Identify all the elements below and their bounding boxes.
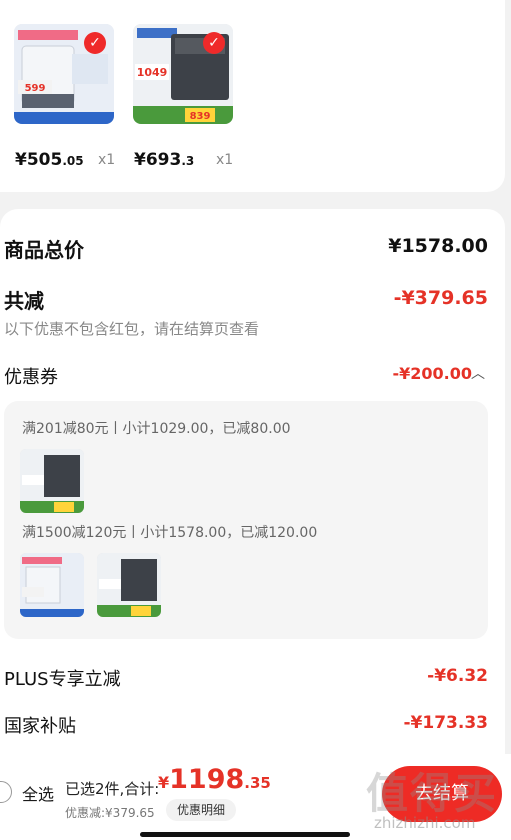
plus-discount-value: -¥6.32	[427, 666, 488, 686]
watermark-logo: 值得买	[366, 769, 499, 818]
product-image-1[interactable]: 599 ✓	[14, 24, 114, 124]
grand-total: ¥1198.35	[158, 764, 271, 795]
discount-detail-button[interactable]: 优惠明细	[166, 799, 236, 821]
product-price-2: ¥693.3	[134, 150, 195, 170]
coupon-rule-2: 满1500减120元丨小计1578.00，已减120.00	[22, 525, 318, 541]
total-label: 商品总价	[4, 238, 84, 262]
product-qty-1: x1	[98, 152, 116, 168]
svg-text:839: 839	[190, 111, 211, 122]
selected-check-icon[interactable]: ✓	[84, 32, 106, 54]
select-all-radio[interactable]	[0, 781, 12, 803]
saved-amount: 优惠减:¥379.65	[65, 806, 155, 820]
selected-count-text: 已选2件,合计:	[65, 780, 160, 798]
chevron-up-icon[interactable]: ︿	[471, 363, 485, 383]
subsidy-label: 国家补贴	[4, 716, 76, 737]
home-indicator	[140, 832, 350, 837]
select-all-label[interactable]: 全选	[22, 781, 54, 805]
plus-discount-label: PLUS专享立减	[4, 669, 121, 690]
washer-white-thumb	[20, 553, 84, 617]
coupon-product-thumb	[20, 449, 84, 513]
coupon-rule-1: 满201减80元丨小计1029.00，已减80.00	[22, 421, 291, 437]
discount-value: -¥379.65	[393, 287, 488, 309]
product-price-1: ¥505.05	[15, 150, 84, 170]
product-image-2[interactable]: 1049 839 ✓	[133, 24, 233, 124]
svg-text:1049: 1049	[137, 66, 168, 79]
coupon-product-thumb	[20, 553, 84, 617]
discount-label: 共减	[4, 289, 44, 313]
coupon-product-thumb	[97, 553, 161, 617]
coupon-breakdown: 满201减80元丨小计1029.00，已减80.00 满1500减120元丨小计…	[4, 401, 488, 639]
discount-note: 以下优惠不包含红包，请在结算页查看	[4, 320, 260, 338]
washer-dark-thumb	[20, 449, 84, 513]
product-qty-2: x1	[216, 152, 234, 168]
selected-check-icon[interactable]: ✓	[203, 32, 225, 54]
coupon-value[interactable]: -¥200.00	[392, 364, 472, 383]
svg-text:599: 599	[25, 83, 46, 94]
coupon-label: 优惠券	[4, 367, 58, 388]
selected-products-card: 599 ✓ 1049 839 ✓ ¥505.05 x1 ¥693.3 x1	[0, 0, 505, 192]
washer-dark-thumb	[97, 553, 161, 617]
watermark-url: zhizhizhi.com	[374, 814, 476, 832]
subsidy-value: -¥173.33	[403, 713, 489, 733]
total-value: ¥1578.00	[388, 235, 488, 257]
